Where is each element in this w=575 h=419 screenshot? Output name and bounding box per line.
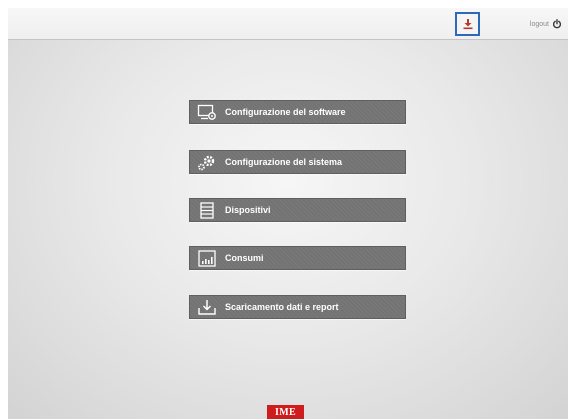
menu-button-consumption[interactable]: Consumi [189, 246, 406, 270]
menu-label: Dispositivi [225, 205, 271, 215]
logout-label: logout [529, 20, 549, 28]
download-icon [463, 19, 472, 30]
menu-label: Configurazione del sistema [225, 157, 343, 167]
devices-icon [196, 201, 218, 219]
menu-label: Scaricamento dati e report [225, 302, 339, 312]
power-icon [552, 19, 562, 29]
menu-button-system-config[interactable]: Configurazione del sistema [189, 150, 406, 174]
software-config-icon [196, 103, 218, 121]
brand-logo: IME [267, 405, 304, 419]
menu-label: Consumi [225, 253, 264, 263]
app-window: logout Configurazione del software Confi… [8, 8, 568, 419]
gears-icon [196, 153, 218, 171]
menu-button-software-config[interactable]: Configurazione del software [189, 100, 406, 124]
menu-label: Configurazione del software [225, 107, 346, 117]
download-tray-icon [196, 298, 218, 316]
chart-icon [196, 249, 218, 267]
logout-button[interactable]: logout [530, 17, 562, 31]
top-bar: logout [8, 8, 568, 40]
download-button[interactable] [455, 12, 480, 36]
menu-button-data-download[interactable]: Scaricamento dati e report [189, 295, 406, 319]
menu-button-devices[interactable]: Dispositivi [189, 198, 406, 222]
